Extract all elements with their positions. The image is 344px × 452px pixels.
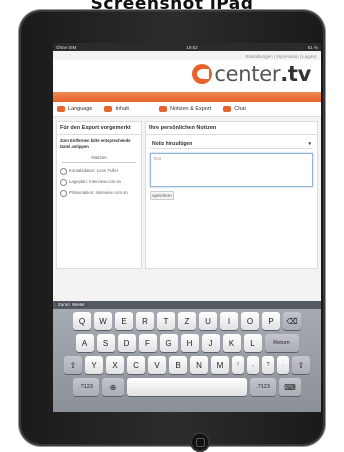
save-button[interactable]: speichern <box>150 191 174 200</box>
numbers-key[interactable]: .?123 <box>250 378 276 396</box>
globe-icon[interactable]: ⊕ <box>102 378 124 396</box>
backspace-icon[interactable]: ⌫ <box>283 312 301 330</box>
export-panel: Für den Export vorgemerkt Zum Entfernen … <box>56 121 142 269</box>
key-e[interactable]: E <box>115 312 133 330</box>
key-m[interactable]: M <box>211 356 229 374</box>
accent-bar <box>53 92 321 102</box>
shift-icon[interactable]: ⇧ <box>292 356 310 374</box>
key-f[interactable]: F <box>138 334 157 352</box>
carrier: Ohne SIM <box>56 44 77 50</box>
key-r[interactable]: R <box>136 312 154 330</box>
space-key[interactable] <box>127 378 247 396</box>
tab-language[interactable]: Language <box>57 106 92 112</box>
key-p[interactable]: P <box>262 312 280 330</box>
export-hint: Zum Entfernen bitte entsprechende Datei … <box>60 138 131 149</box>
key-period[interactable]: . <box>277 356 289 374</box>
key-row-2: A S D F G H J K L Return <box>55 334 319 352</box>
notes-icon <box>158 106 167 112</box>
export-item[interactable]: Kontaktdaten: Leon Fuller <box>57 166 141 177</box>
key-row-1: Q W E R T Z U I O P ⌫ <box>55 312 319 330</box>
key-d[interactable]: D <box>117 334 136 352</box>
key-w[interactable]: W <box>94 312 112 330</box>
key-y[interactable]: Y <box>85 356 103 374</box>
logo: center.tv <box>192 62 311 86</box>
note-textarea[interactable]: Text <box>150 153 313 187</box>
key-question[interactable]: ? <box>262 356 274 374</box>
key-c[interactable]: C <box>127 356 145 374</box>
battery: 61 % <box>307 44 318 50</box>
key-j[interactable]: J <box>201 334 220 352</box>
screen: Ohne SIM 19:52 61 % Einstellungen | Impr… <box>53 43 321 412</box>
shift-icon[interactable]: ⇧ <box>64 356 82 374</box>
notes-header: Notizen <box>62 155 136 163</box>
key-g[interactable]: G <box>159 334 178 352</box>
key-comma[interactable]: , <box>247 356 259 374</box>
key-exclam[interactable]: ! <box>232 356 244 374</box>
logo-text: center.tv <box>214 62 311 86</box>
keyboard: Q W E R T Z U I O P ⌫ A S D F G H J K L … <box>53 309 321 412</box>
key-z[interactable]: Z <box>178 312 196 330</box>
main-content: Für den Export vorgemerkt Zum Entfernen … <box>53 117 321 273</box>
logo-icon <box>192 64 213 84</box>
key-k[interactable]: K <box>222 334 241 352</box>
export-item[interactable]: Präsentation: Interview com.sn <box>57 188 141 199</box>
radio-icon <box>60 190 67 197</box>
chevron-down-icon: ▾ <box>308 140 311 147</box>
radio-icon <box>60 179 67 186</box>
key-q[interactable]: Q <box>73 312 91 330</box>
key-l[interactable]: L <box>243 334 262 352</box>
radio-icon <box>60 168 67 175</box>
key-s[interactable]: S <box>96 334 115 352</box>
home-button[interactable] <box>190 432 210 452</box>
nav-tabs: Language Inhalt Notizen & Export Chat <box>53 102 321 117</box>
status-bar: Ohne SIM 19:52 61 % <box>53 43 321 51</box>
key-u[interactable]: U <box>199 312 217 330</box>
tab-chat[interactable]: Chat <box>223 106 246 112</box>
chat-icon <box>223 106 232 112</box>
top-links[interactable]: Einstellungen | Impressum | Logout <box>53 51 321 60</box>
export-item[interactable]: Lageplan: Interview.com.sn <box>57 177 141 188</box>
key-n[interactable]: N <box>190 356 208 374</box>
export-panel-title: Für den Export vorgemerkt <box>57 122 141 135</box>
content-icon <box>104 106 113 112</box>
notes-panel-title: Ihre persönlichen Notizen <box>146 122 317 135</box>
return-key[interactable]: Return <box>264 334 299 352</box>
key-row-3: ⇧ Y X C V B N M ! , ? . ⇧ <box>55 356 319 374</box>
next-button[interactable]: Weiter <box>70 302 87 307</box>
notes-panel: Ihre persönlichen Notizen Notiz hinzufüg… <box>145 121 318 269</box>
key-v[interactable]: V <box>148 356 166 374</box>
key-row-4: .?123 ⊕ .?123 ⌨ <box>55 378 319 396</box>
note-select[interactable]: Notiz hinzufügen ▾ <box>150 139 313 149</box>
key-h[interactable]: H <box>180 334 199 352</box>
key-x[interactable]: X <box>106 356 124 374</box>
key-b[interactable]: B <box>169 356 187 374</box>
key-a[interactable]: A <box>75 334 94 352</box>
key-i[interactable]: I <box>220 312 238 330</box>
clock: 19:52 <box>186 44 198 50</box>
keyboard-toolbar: Zurück Weiter <box>53 301 321 309</box>
keyboard-hide-icon[interactable]: ⌨ <box>279 378 301 396</box>
tab-notizen-export[interactable]: Notizen & Export <box>158 106 211 112</box>
language-icon <box>57 106 65 112</box>
header: center.tv <box>53 60 321 92</box>
key-t[interactable]: T <box>157 312 175 330</box>
numbers-key[interactable]: .?123 <box>73 378 99 396</box>
tab-inhalt[interactable]: Inhalt <box>104 106 129 112</box>
key-o[interactable]: O <box>241 312 259 330</box>
